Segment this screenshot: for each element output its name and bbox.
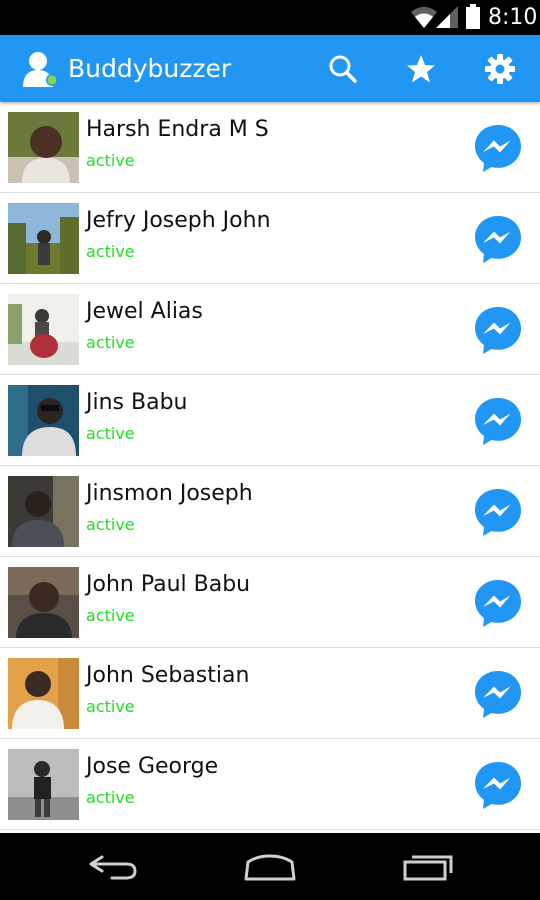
contact-status: active — [86, 697, 135, 716]
back-icon[interactable] — [88, 853, 138, 881]
contact-name: Jose George — [86, 754, 219, 779]
avatar — [8, 567, 79, 638]
favorites-button[interactable] — [406, 54, 436, 84]
app-title: Buddybuzzer — [68, 54, 232, 83]
messenger-icon[interactable] — [473, 123, 523, 173]
contact-row[interactable]: John Sebastian active — [0, 648, 540, 739]
person-icon — [23, 52, 58, 87]
messenger-icon[interactable] — [473, 214, 523, 264]
contact-name: John Sebastian — [86, 663, 250, 688]
avatar — [8, 749, 79, 820]
avatar — [8, 385, 79, 456]
contact-name: John Paul Babu — [86, 572, 251, 597]
signal-icon — [436, 6, 458, 28]
messenger-icon[interactable] — [473, 396, 523, 446]
contact-row[interactable]: Jinsmon Joseph active — [0, 466, 540, 557]
contact-status: active — [86, 606, 135, 625]
avatar — [8, 658, 79, 729]
nav-bar — [0, 833, 540, 900]
contact-row[interactable]: Jins Babu active — [0, 375, 540, 466]
contact-status: active — [86, 788, 135, 807]
app-bar: Buddybuzzer — [0, 35, 540, 102]
home-icon[interactable] — [243, 853, 297, 881]
contact-name: Harsh Endra M S — [86, 117, 269, 142]
contact-list[interactable]: Harsh Endra M S active Jefry Joseph John — [0, 102, 540, 833]
messenger-icon[interactable] — [473, 760, 523, 810]
contact-name: Jewel Alias — [86, 299, 203, 324]
contact-row[interactable]: Jefry Joseph John active — [0, 193, 540, 284]
gear-icon — [485, 54, 515, 84]
screen: 8:10 Buddybuzzer Harsh Endra M S active … — [0, 0, 540, 900]
messenger-icon[interactable] — [473, 305, 523, 355]
contact-name: Jefry Joseph John — [86, 208, 271, 233]
recents-icon[interactable] — [403, 853, 453, 881]
messenger-icon[interactable] — [473, 669, 523, 719]
search-icon — [329, 55, 357, 83]
messenger-icon[interactable] — [473, 578, 523, 628]
avatar — [8, 203, 79, 274]
star-icon — [407, 55, 435, 83]
battery-icon — [466, 4, 480, 29]
status-bar: 8:10 — [0, 0, 540, 35]
contact-row[interactable]: Harsh Endra M S active — [0, 102, 540, 193]
messenger-icon[interactable] — [473, 487, 523, 537]
settings-button[interactable] — [485, 54, 515, 84]
avatar — [8, 476, 79, 547]
contact-status: active — [86, 515, 135, 534]
clock: 8:10 — [488, 5, 538, 30]
search-button[interactable] — [328, 54, 358, 84]
contact-name: Jinsmon Joseph — [86, 481, 253, 506]
contact-status: active — [86, 424, 135, 443]
contact-row[interactable]: John Paul Babu active — [0, 557, 540, 648]
avatar — [8, 294, 79, 365]
contact-status: active — [86, 333, 135, 352]
avatar — [8, 112, 79, 183]
contact-row[interactable]: Jose George active — [0, 739, 540, 830]
contact-status: active — [86, 151, 135, 170]
wifi-icon — [411, 6, 437, 28]
contact-name: Jins Babu — [86, 390, 188, 415]
contact-row[interactable]: Jewel Alias active — [0, 284, 540, 375]
contact-status: active — [86, 242, 135, 261]
